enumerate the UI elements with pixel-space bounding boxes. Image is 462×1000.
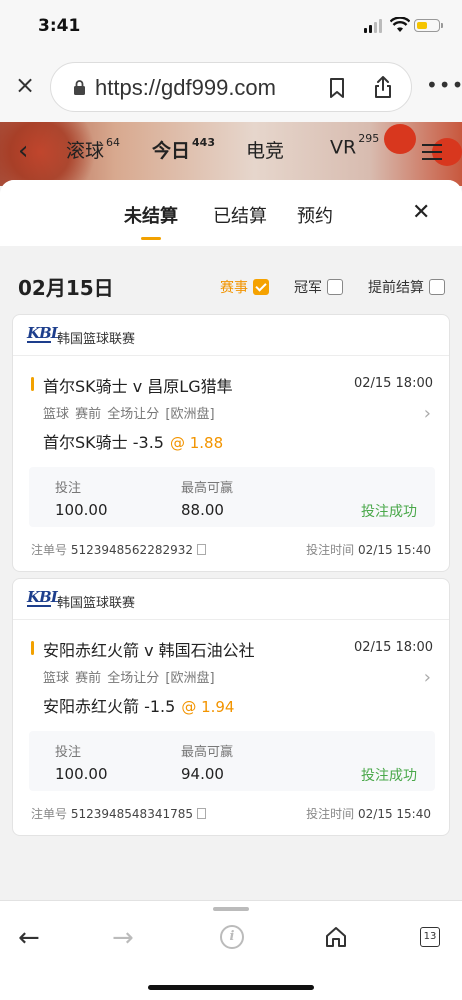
status-badge: 投注成功 bbox=[361, 504, 417, 520]
browser-toolbar: ← → i 13 bbox=[0, 900, 462, 1000]
max-win-label: 最高可赢 bbox=[181, 745, 234, 760]
bookmark-icon[interactable] bbox=[329, 78, 345, 98]
browser-address-row: × https://gdf999.com ••• bbox=[0, 52, 462, 122]
close-icon[interactable]: ✕ bbox=[412, 200, 430, 225]
status-bar: 3:41 bbox=[0, 0, 462, 52]
forward-arrow-icon[interactable]: → bbox=[112, 923, 134, 953]
lock-icon bbox=[74, 80, 85, 95]
max-win-label: 最高可赢 bbox=[181, 481, 234, 496]
bet-time: 投注时间 02/15 15:40 bbox=[306, 807, 431, 821]
order-number: 注单号 5123948562282932 bbox=[31, 541, 206, 558]
order-number: 注单号 5123948548341785 bbox=[31, 805, 206, 822]
divider bbox=[13, 355, 449, 356]
stake-box: 投注 100.00 最高可赢 88.00 投注成功 bbox=[29, 467, 435, 527]
home-indicator bbox=[148, 985, 314, 990]
stake-label: 投注 bbox=[55, 481, 82, 496]
url-text: https://gdf999.com bbox=[95, 75, 276, 100]
wifi-icon bbox=[390, 17, 410, 32]
filter-champion[interactable]: 冠军 bbox=[294, 277, 343, 297]
sheet-tabs: 未结算 已结算 预约 ✕ bbox=[0, 180, 462, 246]
battery-icon bbox=[414, 19, 443, 32]
info-icon[interactable]: i bbox=[220, 925, 244, 949]
match-accent-bar bbox=[31, 641, 34, 655]
date-label: 02月15日 bbox=[18, 276, 114, 300]
status-badge: 投注成功 bbox=[361, 768, 417, 784]
max-win-value: 94.00 bbox=[181, 765, 224, 783]
tabs-count-button[interactable]: 13 bbox=[420, 927, 440, 947]
match-time: 02/15 18:00 bbox=[353, 640, 433, 655]
copy-icon[interactable] bbox=[197, 808, 206, 819]
tab-settled[interactable]: 已结算 bbox=[213, 202, 267, 228]
close-icon[interactable]: × bbox=[14, 73, 36, 97]
bet-card[interactable]: KBL 韩国篮球联赛 首尔SK骑士 v 昌原LG猎隼 02/15 18:00 篮… bbox=[12, 314, 450, 572]
checkbox-icon[interactable] bbox=[429, 279, 445, 295]
bet-pick: 首尔SK骑士 -3.5 @ 1.88 bbox=[43, 433, 224, 452]
tab-esports[interactable]: 电竞 bbox=[246, 136, 284, 163]
back-icon[interactable]: ‹ bbox=[18, 136, 28, 166]
lantern-decoration bbox=[384, 124, 416, 154]
tab-vr[interactable]: VR 295 bbox=[330, 132, 379, 158]
divider bbox=[13, 619, 449, 620]
address-bar[interactable]: https://gdf999.com bbox=[50, 62, 412, 112]
copy-icon[interactable] bbox=[197, 544, 206, 555]
league-name: 韩国篮球联赛 bbox=[57, 596, 136, 611]
kbl-logo-icon: KBL bbox=[27, 324, 61, 343]
tab-live[interactable]: 滚球 64 bbox=[66, 136, 120, 163]
chevron-right-icon[interactable]: › bbox=[424, 667, 431, 688]
date-filter-row: 02月15日 赛事 冠军 提前结算 bbox=[0, 246, 462, 308]
bet-pick: 安阳赤红火箭 -1.5 @ 1.94 bbox=[43, 697, 235, 716]
tab-unsettled[interactable]: 未结算 bbox=[124, 202, 178, 240]
more-options-icon[interactable]: ••• bbox=[426, 75, 462, 95]
checkbox-icon[interactable] bbox=[253, 279, 269, 295]
menu-icon[interactable] bbox=[422, 144, 442, 160]
toolbar-grabber[interactable] bbox=[213, 907, 249, 911]
tab-today[interactable]: 今日 443 bbox=[152, 136, 215, 163]
stake-value: 100.00 bbox=[55, 765, 108, 783]
bet-meta: 篮球 赛前 全场让分 [欧洲盘] bbox=[43, 671, 215, 686]
status-time: 3:41 bbox=[38, 16, 81, 36]
league-name: 韩国篮球联赛 bbox=[57, 332, 136, 347]
tab-reserved[interactable]: 预约 bbox=[297, 202, 333, 228]
match-title: 首尔SK骑士 v 昌原LG猎隼 bbox=[43, 377, 233, 396]
checkbox-icon[interactable] bbox=[327, 279, 343, 295]
bet-meta: 篮球 赛前 全场让分 [欧洲盘] bbox=[43, 407, 215, 422]
match-time: 02/15 18:00 bbox=[353, 376, 433, 391]
max-win-value: 88.00 bbox=[181, 501, 224, 519]
kbl-logo-icon: KBL bbox=[27, 588, 61, 607]
match-title: 安阳赤红火箭 v 韩国石油公社 bbox=[43, 641, 255, 660]
bet-time: 投注时间 02/15 15:40 bbox=[306, 543, 431, 557]
filter-events[interactable]: 赛事 bbox=[220, 277, 269, 297]
cellular-signal-icon bbox=[364, 19, 382, 33]
match-accent-bar bbox=[31, 377, 34, 391]
share-icon[interactable] bbox=[373, 75, 393, 99]
home-icon[interactable] bbox=[324, 925, 348, 949]
stake-value: 100.00 bbox=[55, 501, 108, 519]
stake-label: 投注 bbox=[55, 745, 82, 760]
bet-card[interactable]: KBL 韩国篮球联赛 安阳赤红火箭 v 韩国石油公社 02/15 18:00 篮… bbox=[12, 578, 450, 836]
bet-records-sheet: 未结算 已结算 预约 ✕ 02月15日 赛事 冠军 提前结算 KBL 韩国篮球联… bbox=[0, 180, 462, 900]
filter-early-settle[interactable]: 提前结算 bbox=[368, 277, 445, 297]
odds: @ 1.94 bbox=[181, 698, 235, 716]
app-header: ‹ 滚球 64 今日 443 电竞 VR 295 bbox=[0, 122, 462, 186]
chevron-right-icon[interactable]: › bbox=[424, 403, 431, 424]
stake-box: 投注 100.00 最高可赢 94.00 投注成功 bbox=[29, 731, 435, 791]
odds: @ 1.88 bbox=[169, 434, 224, 452]
back-arrow-icon[interactable]: ← bbox=[18, 923, 40, 953]
